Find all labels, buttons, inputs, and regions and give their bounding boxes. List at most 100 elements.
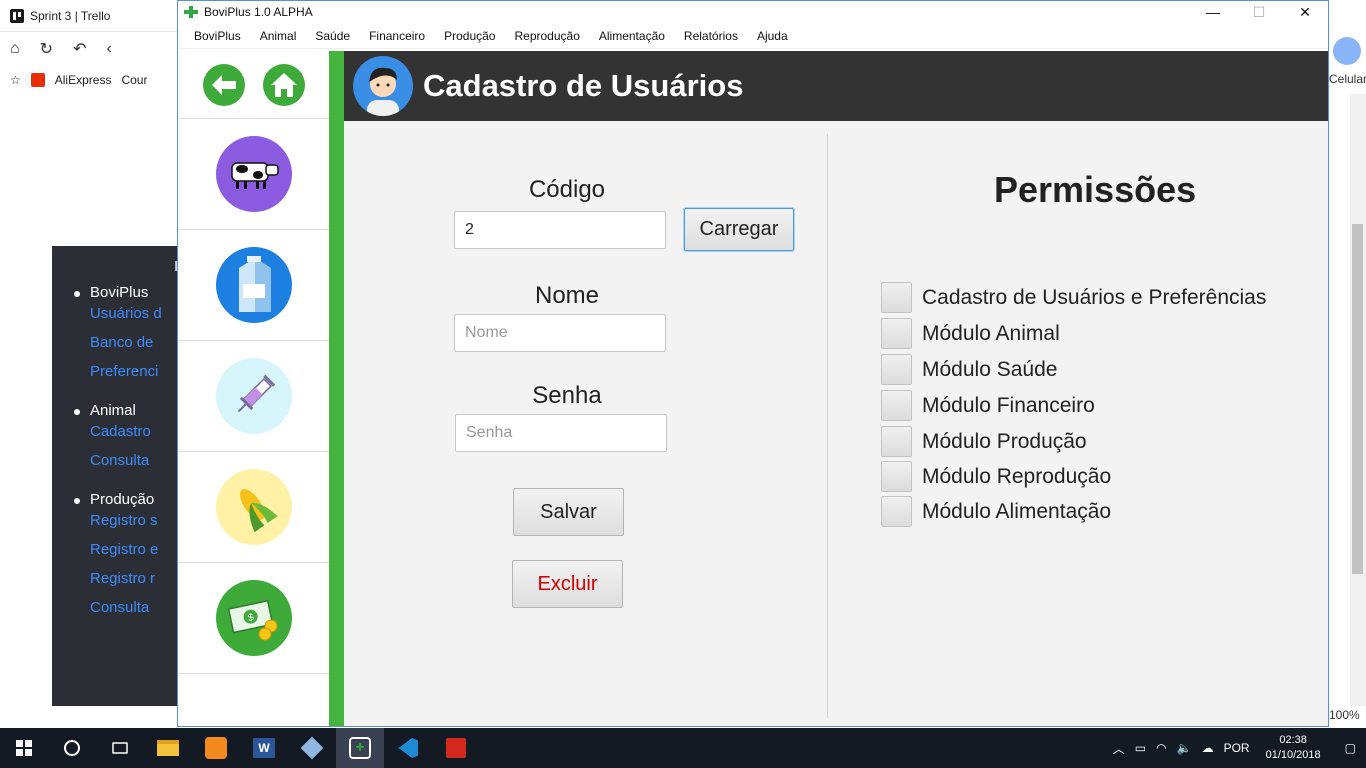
cow-icon [215,136,292,212]
permission-checkbox[interactable] [881,426,912,457]
permission-checkbox[interactable] [881,318,912,349]
virtualbox-icon[interactable] [288,728,336,768]
doc-link[interactable]: Cadastro [90,423,182,440]
maximize-button[interactable]: ☐ [1236,1,1282,23]
doc-link[interactable]: Registro s [90,512,182,529]
permission-item[interactable]: Módulo Reprodução [881,461,1111,492]
menu-animal[interactable]: Animal [260,29,297,43]
menu-saude[interactable]: Saúde [315,29,350,43]
permission-item[interactable]: Módulo Financeiro [881,390,1095,421]
doc-sidebar: I BoviPlus Usuários d Banco de Preferenc… [52,246,182,706]
favorites-bar: ☆ AliExpress Cour [0,66,180,94]
permission-checkbox[interactable] [881,390,912,421]
file-explorer-icon[interactable] [144,728,192,768]
permission-item[interactable]: Módulo Alimentação [881,496,1111,527]
sidebar-item-saude[interactable] [178,341,329,452]
sidebar-item-alimentacao[interactable] [178,452,329,563]
codigo-input[interactable] [454,211,666,249]
permission-item[interactable]: Cadastro de Usuários e Preferências [881,282,1266,313]
acrobat-icon[interactable] [432,728,480,768]
vscode-icon[interactable] [384,728,432,768]
uc-browser-icon[interactable] [192,728,240,768]
favorite-cour[interactable]: Cour [121,73,147,87]
sidebar-nav [178,51,329,119]
senha-label: Senha [532,382,602,409]
menu-bar: BoviPlus Animal Saúde Financeiro Produçã… [178,23,1328,49]
boviplus-taskbar-icon[interactable]: + [336,728,384,768]
doc-link[interactable]: Registro r [90,570,182,587]
menu-alimentacao[interactable]: Alimentação [599,29,665,43]
search-icon[interactable] [48,728,96,768]
doc-section-title: Produção [90,491,155,508]
scrollbar-thumb[interactable] [1352,224,1363,574]
menu-ajuda[interactable]: Ajuda [757,29,788,43]
browser-tab[interactable]: Sprint 3 | Trello [0,0,180,32]
reload-icon[interactable]: ↻ [40,39,53,59]
doc-link[interactable]: Usuários d [90,305,182,322]
permission-checkbox[interactable] [881,461,912,492]
browser-scrollbar[interactable] [1350,94,1366,706]
chevron-up-icon[interactable]: ︿ [1113,740,1125,757]
permission-item[interactable]: Módulo Saúde [881,354,1057,385]
undo-icon[interactable]: ↶ [73,39,86,59]
browser-tab-title: Sprint 3 | Trello [30,8,111,23]
back-icon[interactable]: ‹ [106,40,111,58]
module-sidebar: $ [178,51,329,726]
onedrive-icon[interactable]: ☁ [1202,741,1214,755]
profile-avatar[interactable] [1333,37,1361,65]
doc-link[interactable]: Preferenci [90,363,182,380]
home-icon[interactable] [262,63,305,106]
page-header: Cadastro de Usuários [344,51,1328,121]
carregar-button[interactable]: Carregar [684,208,794,251]
doc-section: Produção Registro s Registro e Registro … [74,491,182,616]
doc-link[interactable]: Registro e [90,541,182,558]
system-tray: ︿ ▭ ◠ 🔈 ☁ POR 02:38 01/10/2018 ▢ [1113,728,1366,768]
excluir-button[interactable]: Excluir [512,560,623,608]
page-title: Cadastro de Usuários [423,68,744,103]
clock[interactable]: 02:38 01/10/2018 [1266,733,1321,763]
word-icon[interactable]: W [240,728,288,768]
menu-relatorios[interactable]: Relatórios [684,29,738,43]
permissions-title: Permissões [994,169,1197,210]
browser-right-area: Celular [1329,32,1366,94]
title-bar[interactable]: BoviPlus 1.0 ALPHA — ☐ ✕ [178,1,1328,23]
menu-financeiro[interactable]: Financeiro [369,29,425,43]
notifications-icon[interactable]: ▢ [1345,741,1356,755]
permission-item[interactable]: Módulo Animal [881,318,1060,349]
windows-start-icon[interactable] [0,728,48,768]
minimize-button[interactable]: — [1190,1,1236,23]
menu-producao[interactable]: Produção [444,29,495,43]
menu-reproducao[interactable]: Reprodução [514,29,579,43]
battery-icon[interactable]: ▭ [1135,741,1146,755]
permission-checkbox[interactable] [881,354,912,385]
salvar-button[interactable]: Salvar [513,488,624,536]
home-icon[interactable]: ⌂ [10,40,20,58]
doc-link[interactable]: Consulta [90,452,182,469]
permission-item[interactable]: Módulo Produção [881,426,1087,457]
language-indicator[interactable]: POR [1224,741,1250,755]
volume-muted-icon[interactable]: 🔈 [1177,741,1192,755]
permission-label: Módulo Reprodução [922,464,1112,488]
nome-input[interactable] [454,314,666,352]
task-view-icon[interactable] [96,728,144,768]
sidebar-item-producao[interactable] [178,230,329,341]
doc-link[interactable]: Consulta [90,599,182,616]
boviplus-logo-icon [184,6,198,18]
star-icon[interactable]: ☆ [10,73,21,87]
app-window: BoviPlus 1.0 ALPHA — ☐ ✕ BoviPlus Animal… [177,0,1329,727]
menu-boviplus[interactable]: BoviPlus [194,29,241,43]
back-arrow-icon[interactable] [202,63,245,106]
celular-label[interactable]: Celular [1329,72,1366,86]
permission-checkbox[interactable] [881,496,912,527]
close-button[interactable]: ✕ [1282,1,1328,23]
sidebar-item-financeiro[interactable]: $ [178,563,329,674]
favorite-aliexpress[interactable]: AliExpress [55,73,112,87]
main-area: $ Cadastro de Usuários Código 2 Carregar… [178,51,1328,726]
clock-date: 01/10/2018 [1265,749,1321,761]
permission-label: Módulo Alimentação [922,499,1112,523]
wifi-icon[interactable]: ◠ [1156,741,1166,755]
sidebar-item-animal[interactable] [178,119,329,230]
senha-input[interactable] [455,414,667,452]
doc-link[interactable]: Banco de [90,334,182,351]
permission-checkbox[interactable] [881,282,912,313]
